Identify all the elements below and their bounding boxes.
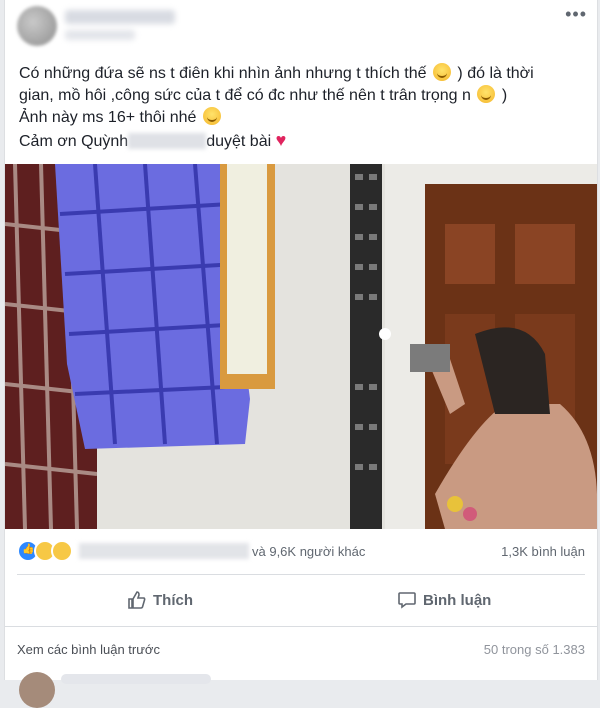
smile-emoji-icon bbox=[202, 107, 221, 125]
smile-emoji-icon bbox=[477, 85, 496, 103]
post-line-1b: ) đó là thời bbox=[457, 65, 534, 82]
like-button[interactable]: Thích bbox=[127, 586, 193, 614]
commenter-avatar[interactable] bbox=[19, 672, 55, 708]
view-previous-comments-link[interactable]: Xem các bình luận trước bbox=[17, 642, 160, 657]
post-line-1: Có những đứa sẽ ns t điên khi nhìn ảnh n… bbox=[19, 65, 427, 82]
like-icon bbox=[128, 591, 146, 609]
action-bar: Thích Bình luận bbox=[5, 580, 597, 620]
photo-illustration bbox=[5, 164, 597, 529]
post-line-4: Cảm ơn Quỳnh bbox=[19, 133, 129, 150]
post-text: Có những đứa sẽ ns t điên khi nhìn ảnh n… bbox=[19, 63, 579, 153]
avatar[interactable] bbox=[17, 6, 57, 46]
reaction-stats: và 9,6K người khác 1,3K bình luận bbox=[5, 538, 597, 566]
post-photo[interactable] bbox=[5, 164, 597, 529]
wow-reaction-icon[interactable] bbox=[51, 540, 73, 562]
more-options-icon[interactable]: ••• bbox=[565, 4, 587, 25]
divider bbox=[5, 626, 597, 627]
comment-icon bbox=[398, 592, 416, 609]
comment-label: Bình luận bbox=[423, 591, 492, 609]
post-header: ••• bbox=[5, 0, 597, 58]
reaction-others-text[interactable]: và 9,6K người khác bbox=[252, 544, 365, 559]
post-card: ••• Có những đứa sẽ ns t điên khi nhìn ả… bbox=[4, 0, 598, 708]
reactor-names-redacted[interactable] bbox=[79, 543, 249, 559]
comment-count[interactable]: 1,3K bình luận bbox=[501, 544, 585, 559]
post-line-3: Ảnh này ms 16+ thôi nhé bbox=[19, 109, 197, 126]
divider bbox=[17, 574, 585, 575]
post-meta-redacted bbox=[65, 30, 135, 40]
comment-paging: 50 trong số 1.383 bbox=[483, 642, 585, 657]
author-name-redacted[interactable] bbox=[65, 10, 175, 24]
post-line-4b: duyệt bài bbox=[206, 133, 272, 150]
smile-emoji-icon bbox=[432, 63, 451, 81]
heart-icon: ♥ bbox=[275, 130, 287, 150]
redacted-name bbox=[128, 133, 207, 149]
post-line-2: gian, mồ hôi ,công sức của t để có đc nh… bbox=[19, 87, 471, 104]
post-line-2b: ) bbox=[501, 87, 508, 104]
comment-button[interactable]: Bình luận bbox=[397, 586, 491, 614]
comment-preview bbox=[61, 674, 211, 684]
like-label: Thích bbox=[153, 591, 193, 609]
